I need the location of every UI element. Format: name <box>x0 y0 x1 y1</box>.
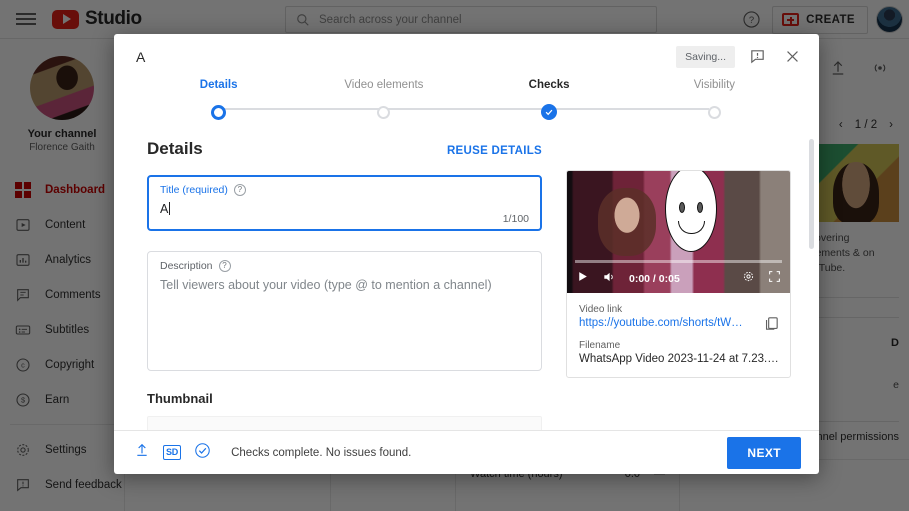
description-input[interactable]: Description ? Tell viewers about your vi… <box>147 251 542 371</box>
video-player[interactable]: 0:00 / 0:05 <box>567 171 790 293</box>
step-label-details[interactable]: Details <box>136 79 301 101</box>
title-field-label: Title (required) <box>160 184 228 196</box>
help-icon[interactable]: ? <box>234 184 246 196</box>
title-text: A <box>160 202 168 216</box>
player-controls: 0:00 / 0:05 <box>567 265 790 293</box>
step-label-checks[interactable]: Checks <box>467 79 632 101</box>
dialog-scrollbar[interactable] <box>809 139 814 249</box>
video-preview-card: 0:00 / 0:05 Video link <box>566 170 791 378</box>
title-input[interactable]: Title (required) ? A 1/100 <box>147 175 542 231</box>
status-badge: Saving... <box>676 46 735 68</box>
details-column: Details REUSE DETAILS Title (required) ?… <box>147 139 542 430</box>
thumbnail-section-title: Thumbnail <box>147 391 542 406</box>
mask-eye-right <box>697 202 703 213</box>
description-placeholder: Tell viewers about your video (type @ to… <box>160 278 529 292</box>
reuse-details-button[interactable]: REUSE DETAILS <box>447 145 542 157</box>
dialog-footer: SD Checks complete. No issues found. NEX… <box>114 430 819 474</box>
mask-mouth <box>678 221 705 234</box>
play-icon[interactable] <box>576 270 589 288</box>
checks-status-text: Checks complete. No issues found. <box>231 447 714 459</box>
page-title: Details <box>147 139 447 159</box>
step-label-visibility[interactable]: Visibility <box>632 79 797 101</box>
progress-bar[interactable] <box>575 260 782 263</box>
dialog-body: Details REUSE DETAILS Title (required) ?… <box>114 133 819 430</box>
step-dot-video-elements[interactable] <box>377 106 390 119</box>
title-char-counter: 1/100 <box>503 213 529 225</box>
video-link-value[interactable]: https://youtube.com/shorts/tW… <box>579 317 755 329</box>
description-field-label: Description <box>160 260 213 272</box>
video-meta: Video link https://youtube.com/shorts/tW… <box>567 293 790 377</box>
text-caret <box>169 202 170 215</box>
dialog-title: A <box>136 49 676 65</box>
quality-badge: SD <box>163 445 181 460</box>
mask-eye-left <box>679 202 685 213</box>
title-field-value: A <box>160 202 529 218</box>
filename-value: WhatsApp Video 2023-11-24 at 7.23.09… <box>579 353 779 365</box>
fullscreen-icon[interactable] <box>768 270 781 288</box>
step-dot-checks[interactable] <box>541 104 557 120</box>
preview-column: 0:00 / 0:05 Video link <box>566 139 791 430</box>
dialog-header: A Saving... <box>114 34 819 79</box>
gear-icon[interactable] <box>742 270 755 288</box>
face-mask-overlay <box>665 170 717 252</box>
copy-icon[interactable] <box>763 315 780 337</box>
volume-icon[interactable] <box>602 270 616 289</box>
step-dot-details[interactable] <box>211 105 226 120</box>
step-dot-visibility[interactable] <box>708 106 721 119</box>
player-time: 0:00 / 0:05 <box>629 273 680 285</box>
filename-label: Filename <box>579 340 778 351</box>
feedback-icon[interactable] <box>744 44 770 70</box>
step-label-video-elements[interactable]: Video elements <box>301 79 466 101</box>
next-button[interactable]: NEXT <box>727 437 801 469</box>
thumbnail-row[interactable] <box>147 416 542 430</box>
close-icon[interactable] <box>779 44 805 70</box>
video-upload-dialog: A Saving... Details Video elements Check… <box>114 34 819 474</box>
upload-stepper: Details Video elements Checks Visibility <box>114 79 819 133</box>
help-icon[interactable]: ? <box>219 260 231 272</box>
check-circle-icon <box>194 442 211 464</box>
video-link-label: Video link <box>579 304 778 315</box>
upload-icon[interactable] <box>134 442 150 463</box>
